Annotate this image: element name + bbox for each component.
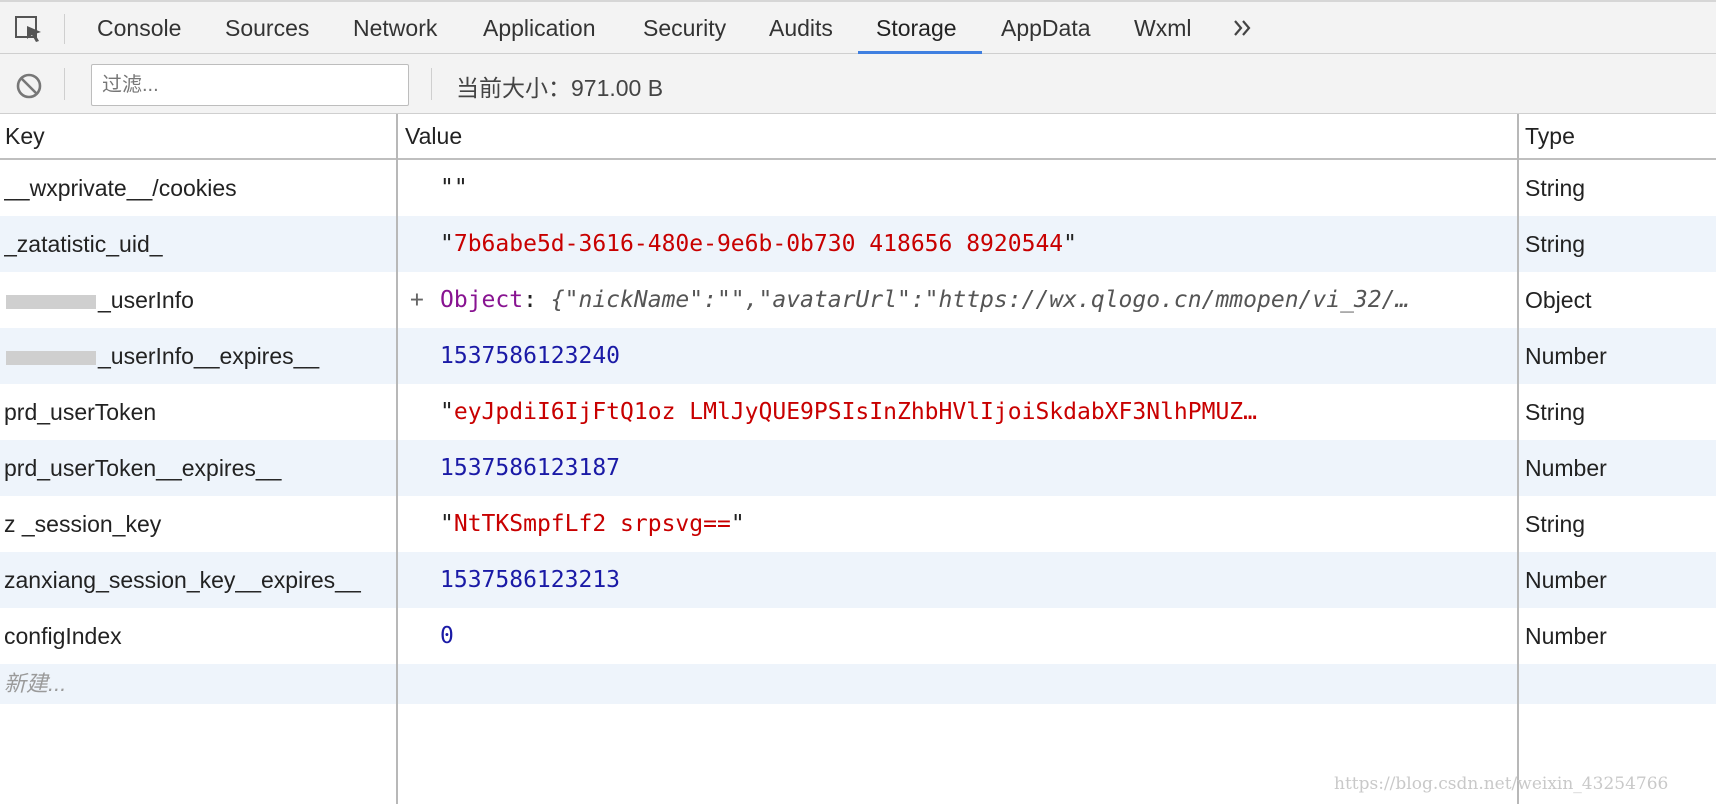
- watermark: https://blog.csdn.net/weixin_43254766: [1334, 774, 1669, 794]
- row-type: String: [1525, 399, 1586, 425]
- table-header: Key Value Type: [0, 114, 1716, 160]
- column-divider[interactable]: [396, 114, 398, 804]
- table-row[interactable]: zanxiang_session_key__expires__ 15375861…: [0, 552, 1716, 608]
- devtools-tab-bar: Console Sources Network Application Secu…: [0, 0, 1716, 54]
- column-divider[interactable]: [1517, 114, 1519, 804]
- tab-appdata[interactable]: AppData: [1001, 2, 1091, 54]
- tab-separator: [64, 14, 65, 44]
- row-type: String: [1525, 175, 1586, 201]
- row-key[interactable]: __wxprivate__/cookies: [4, 160, 394, 216]
- row-key[interactable]: _userInfo__expires__: [4, 328, 394, 384]
- row-value[interactable]: "NtTKSmpfLf2 srpsvg==": [440, 496, 1500, 552]
- table-row[interactable]: prd_userToken__expires__ 1537586123187 N…: [0, 440, 1716, 496]
- toolbar-separator: [431, 68, 432, 100]
- header-type[interactable]: Type: [1525, 114, 1575, 158]
- row-value[interactable]: 1537586123213: [440, 552, 1500, 608]
- row-key[interactable]: prd_userToken__expires__: [4, 440, 394, 496]
- tab-console[interactable]: Console: [97, 2, 181, 54]
- row-key[interactable]: prd_userToken: [4, 384, 394, 440]
- storage-toolbar: 当前大小：971.00 B: [0, 54, 1716, 114]
- expand-object-icon[interactable]: +: [410, 272, 424, 328]
- table-row[interactable]: _userInfo__expires__ 1537586123240 Numbe…: [0, 328, 1716, 384]
- table-row[interactable]: _zatatistic_uid_ "7b6abe5d-3616-480e-9e6…: [0, 216, 1716, 272]
- string-value: 7b6abe5d-3616-480e-9e6b-0b730 418656 892…: [453, 231, 1064, 257]
- clear-storage-icon[interactable]: [14, 71, 44, 101]
- tab-security[interactable]: Security: [643, 2, 726, 54]
- object-preview: {"nickName":"","avatarUrl":"https://wx.q…: [550, 287, 1410, 313]
- tab-network[interactable]: Network: [353, 2, 437, 54]
- table-row[interactable]: prd_userToken "eyJpdiI6IjFtQ1oz LMlJyQUE…: [0, 384, 1716, 440]
- tab-sources[interactable]: Sources: [225, 2, 309, 54]
- new-entry-placeholder[interactable]: 新建...: [4, 664, 66, 704]
- row-key[interactable]: _userInfo: [4, 272, 394, 328]
- row-value[interactable]: 1537586123187: [440, 440, 1500, 496]
- row-type: Number: [1525, 455, 1607, 481]
- row-value[interactable]: "7b6abe5d-3616-480e-9e6b-0b730 418656 89…: [440, 216, 1500, 272]
- row-type: Number: [1525, 567, 1607, 593]
- redacted-text: [6, 350, 96, 365]
- row-type: Number: [1525, 343, 1607, 369]
- row-type: String: [1525, 511, 1586, 537]
- row-value[interactable]: 0: [440, 608, 1500, 664]
- row-key[interactable]: zanxiang_session_key__expires__: [4, 552, 394, 608]
- table-row[interactable]: z _session_key "NtTKSmpfLf2 srpsvg==" St…: [0, 496, 1716, 552]
- storage-table: Key Value Type __wxprivate__/cookies "" …: [0, 114, 1716, 804]
- row-key-text: _userInfo: [98, 287, 194, 313]
- object-label: Object: [440, 287, 524, 313]
- row-type: Number: [1525, 623, 1607, 649]
- row-type: String: [1525, 231, 1586, 257]
- row-key[interactable]: configIndex: [4, 608, 394, 664]
- new-entry-row[interactable]: 新建...: [0, 664, 1716, 704]
- table-row[interactable]: _userInfo + Object: {"nickName":"","avat…: [0, 272, 1716, 328]
- current-size-label: 当前大小：971.00 B: [456, 75, 664, 101]
- string-value: NtTKSmpfLf2 srpsvg==: [453, 511, 731, 537]
- tab-audits[interactable]: Audits: [769, 2, 833, 54]
- header-value[interactable]: Value: [405, 114, 462, 158]
- table-row[interactable]: configIndex 0 Number: [0, 608, 1716, 664]
- row-key[interactable]: _zatatistic_uid_: [4, 216, 394, 272]
- row-type: Object: [1525, 287, 1592, 313]
- row-key[interactable]: z _session_key: [4, 496, 394, 552]
- redacted-text: [6, 294, 96, 309]
- filter-input[interactable]: [91, 64, 409, 106]
- row-value[interactable]: + Object: {"nickName":"","avatarUrl":"ht…: [410, 272, 1500, 328]
- toolbar-separator: [64, 68, 65, 100]
- table-row[interactable]: __wxprivate__/cookies "" String: [0, 160, 1716, 216]
- header-key[interactable]: Key: [5, 114, 45, 158]
- row-key-text: _userInfo__expires__: [98, 343, 320, 369]
- inspect-element-icon[interactable]: [14, 14, 44, 44]
- string-value: eyJpdiI6IjFtQ1oz LMlJyQUE9PSIsInZhbHVlIj…: [453, 399, 1257, 425]
- tab-application[interactable]: Application: [483, 2, 596, 54]
- row-value[interactable]: "": [440, 160, 1500, 216]
- tab-wxml[interactable]: Wxml: [1134, 2, 1191, 54]
- row-value[interactable]: 1537586123240: [440, 328, 1500, 384]
- row-value[interactable]: "eyJpdiI6IjFtQ1oz LMlJyQUE9PSIsInZhbHVlI…: [440, 384, 1500, 440]
- more-tabs-chevron-icon[interactable]: [1232, 15, 1254, 41]
- tab-storage[interactable]: Storage: [876, 2, 957, 54]
